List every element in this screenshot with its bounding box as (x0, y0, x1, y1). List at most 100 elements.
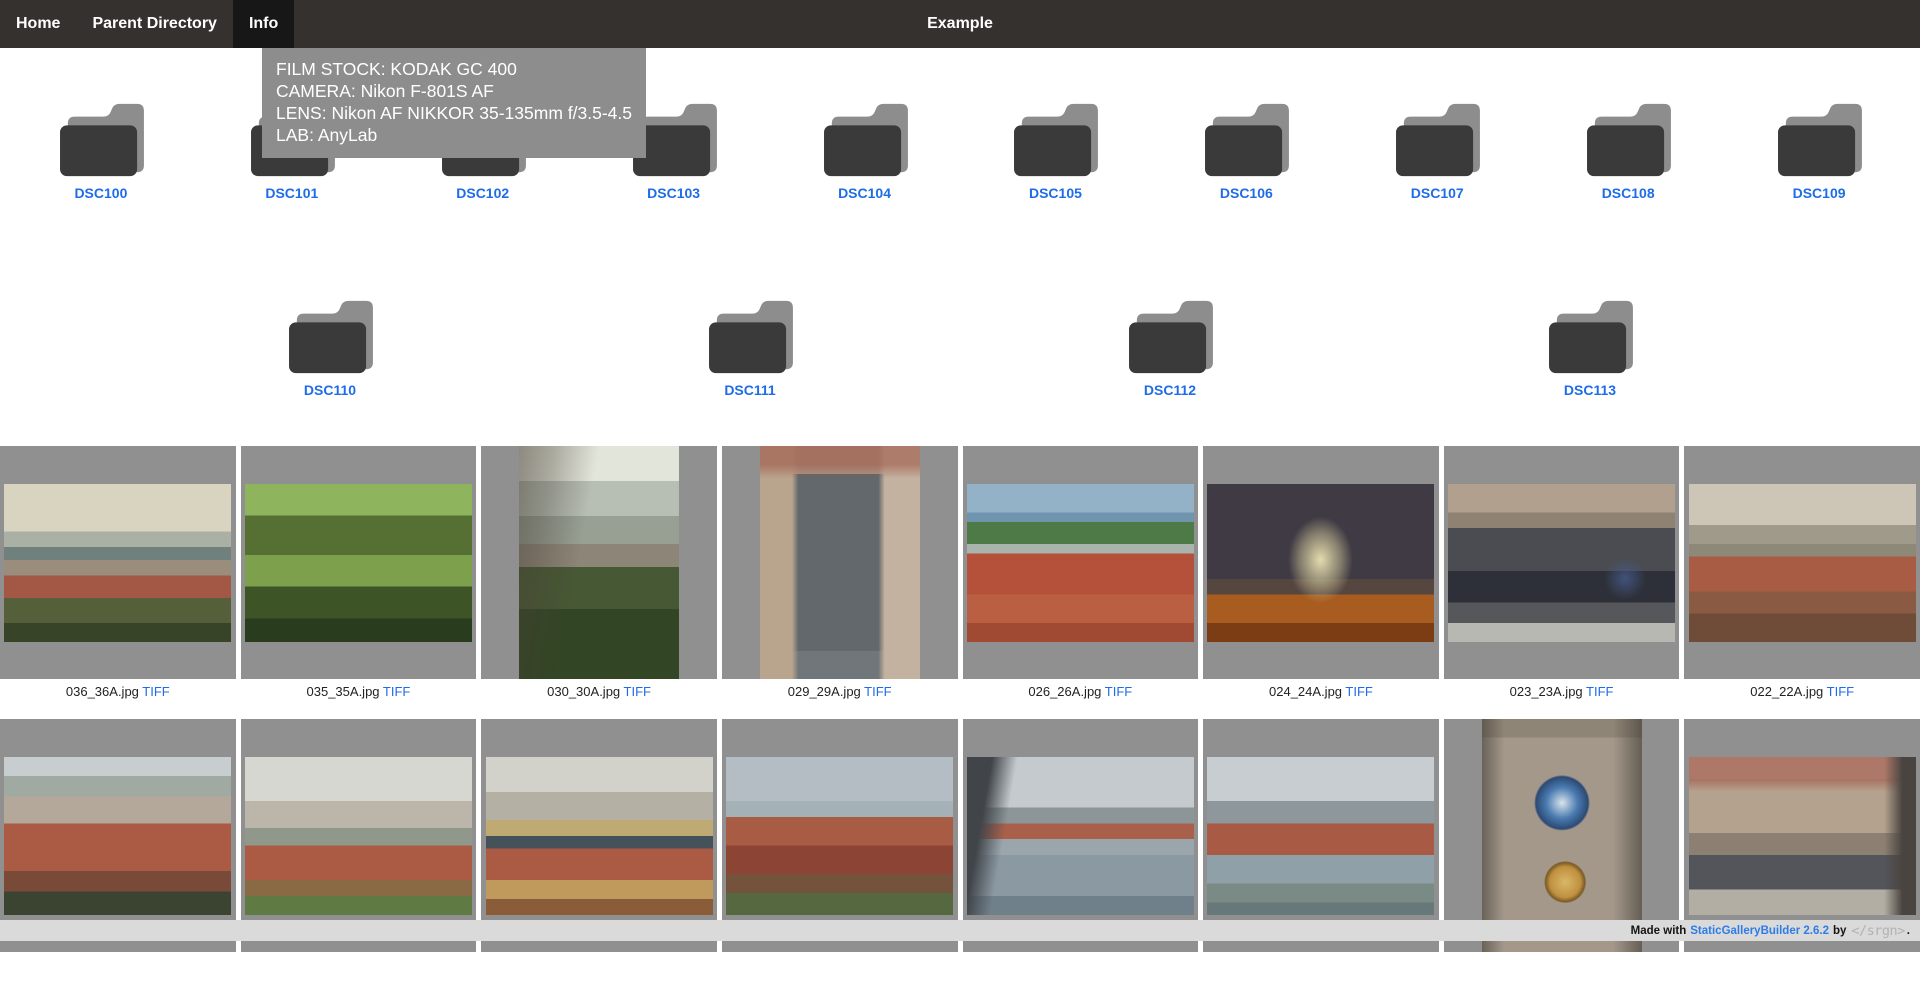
nav-item-info[interactable]: Info (233, 0, 294, 48)
thumbnail-item: 024_24A.jpg TIFF (1203, 446, 1439, 719)
folder-icon[interactable] (285, 297, 375, 377)
photo-thumbnail[interactable] (1689, 484, 1916, 642)
folder-item[interactable]: DSC104 (775, 100, 955, 201)
folder-item[interactable]: DSC109 (1729, 100, 1909, 201)
folder-link[interactable]: DSC100 (74, 185, 127, 201)
photo-thumbnail[interactable] (4, 757, 231, 915)
thumbnail-cell (1684, 446, 1920, 679)
thumbnail-cell (963, 446, 1199, 679)
thumbnail-item (0, 719, 236, 992)
folder-icon[interactable] (1392, 100, 1482, 180)
filename-label: 029_29A.jpg (788, 684, 861, 699)
photo-thumbnail[interactable] (245, 484, 472, 642)
folder-item[interactable]: DSC100 (11, 100, 191, 201)
folder-glyph (705, 297, 795, 377)
photo-thumbnail[interactable] (1207, 757, 1434, 915)
nav-item-parent-directory[interactable]: Parent Directory (76, 0, 233, 48)
tooltip-line: LAB: AnyLab (276, 124, 632, 146)
folder-glyph (1583, 100, 1673, 180)
thumbnail-cell (722, 446, 958, 679)
thumbnail-caption (1203, 952, 1439, 992)
tiff-link[interactable]: TIFF (383, 684, 410, 699)
photo-thumbnail[interactable] (486, 757, 713, 915)
thumbnail-caption (1684, 952, 1920, 992)
thumbnail-cell (722, 719, 958, 952)
folder-glyph (285, 297, 375, 377)
folder-link[interactable]: DSC113 (1564, 382, 1616, 398)
tiff-link[interactable]: TIFF (1345, 684, 1372, 699)
folder-item[interactable]: DSC111 (660, 297, 840, 398)
nav-item-home[interactable]: Home (0, 0, 76, 48)
photo-thumbnail[interactable] (760, 446, 920, 679)
srgn-logo[interactable]: </srgn> (1851, 923, 1904, 939)
tooltip-line: CAMERA: Nikon F-801S AF (276, 80, 632, 102)
tiff-link[interactable]: TIFF (1586, 684, 1613, 699)
folder-item[interactable]: DSC113 (1500, 297, 1680, 398)
thumbnail-caption (963, 952, 1199, 992)
folder-link[interactable]: DSC103 (647, 185, 700, 201)
builder-link[interactable]: StaticGalleryBuilder 2.6.2 (1690, 925, 1829, 937)
photo-thumbnail[interactable] (1207, 484, 1434, 642)
photo-thumbnail[interactable] (1448, 484, 1675, 642)
photo-thumbnail[interactable] (1689, 757, 1916, 915)
thumbnail-caption: 036_36A.jpg TIFF (0, 679, 236, 719)
photo-thumbnail[interactable] (4, 484, 231, 642)
photo-thumbnail[interactable] (726, 757, 953, 915)
folder-icon[interactable] (1545, 297, 1635, 377)
folder-link[interactable]: DSC110 (304, 382, 356, 398)
nav-items: HomeParent DirectoryInfo (0, 0, 294, 48)
photo-thumbnail[interactable] (519, 446, 679, 679)
folder-item[interactable]: DSC108 (1538, 100, 1718, 201)
tiff-link[interactable]: TIFF (142, 684, 169, 699)
footer-by: by (1833, 925, 1846, 937)
thumbnail-item: 023_23A.jpg TIFF (1444, 446, 1680, 719)
folder-item[interactable]: DSC107 (1347, 100, 1527, 201)
thumbnail-cell (481, 446, 717, 679)
folder-icon[interactable] (1010, 100, 1100, 180)
footer-made-with: Made with (1631, 925, 1687, 937)
folder-link[interactable]: DSC106 (1220, 185, 1273, 201)
photo-thumbnail[interactable] (967, 484, 1194, 642)
photo-grid: 036_36A.jpg TIFF035_35A.jpg TIFF030_30A.… (0, 446, 1920, 992)
tiff-link[interactable]: TIFF (1827, 684, 1854, 699)
folder-glyph (820, 100, 910, 180)
folder-icon[interactable] (1583, 100, 1673, 180)
folder-item[interactable]: DSC112 (1080, 297, 1260, 398)
folder-icon[interactable] (820, 100, 910, 180)
folder-link[interactable]: DSC105 (1029, 185, 1082, 201)
folder-icon[interactable] (705, 297, 795, 377)
tiff-link[interactable]: TIFF (624, 684, 651, 699)
folder-icon[interactable] (1774, 100, 1864, 180)
thumbnail-item: 036_36A.jpg TIFF (0, 446, 236, 719)
folder-icon[interactable] (1125, 297, 1215, 377)
folder-link[interactable]: DSC112 (1144, 382, 1196, 398)
folder-link[interactable]: DSC104 (838, 185, 891, 201)
top-nav: HomeParent DirectoryInfo Example (0, 0, 1920, 48)
thumbnail-caption (481, 952, 717, 992)
thumbnail-cell (1203, 719, 1439, 952)
folder-item[interactable]: DSC106 (1156, 100, 1336, 201)
tiff-link[interactable]: TIFF (1105, 684, 1132, 699)
folder-icon[interactable] (56, 100, 146, 180)
folder-link[interactable]: DSC102 (456, 185, 509, 201)
thumbnail-item: 035_35A.jpg TIFF (241, 446, 477, 719)
folder-glyph (1201, 100, 1291, 180)
thumbnail-item (481, 719, 717, 992)
folder-link[interactable]: DSC107 (1411, 185, 1464, 201)
photo-thumbnail[interactable] (245, 757, 472, 915)
folder-link[interactable]: DSC101 (265, 185, 318, 201)
tiff-link[interactable]: TIFF (864, 684, 891, 699)
thumbnail-item: 022_22A.jpg TIFF (1684, 446, 1920, 719)
folder-item[interactable]: DSC105 (965, 100, 1145, 201)
photo-thumbnail[interactable] (1482, 719, 1642, 952)
folder-link[interactable]: DSC109 (1793, 185, 1846, 201)
filename-label: 024_24A.jpg (1269, 684, 1342, 699)
folder-icon[interactable] (1201, 100, 1291, 180)
filename-label: 035_35A.jpg (307, 684, 380, 699)
folder-link[interactable]: DSC111 (724, 382, 775, 398)
folder-glyph (1392, 100, 1482, 180)
folder-item[interactable]: DSC110 (240, 297, 420, 398)
folder-link[interactable]: DSC108 (1602, 185, 1655, 201)
folder-glyph (1774, 100, 1864, 180)
photo-thumbnail[interactable] (967, 757, 1194, 915)
